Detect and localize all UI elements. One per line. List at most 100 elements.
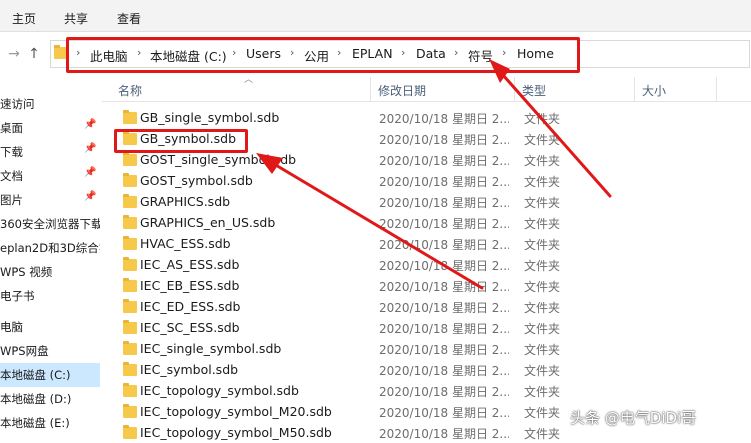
file-name: GRAPHICS.sdb bbox=[140, 194, 231, 209]
breadcrumb-users[interactable]: Users bbox=[246, 46, 281, 61]
sidebar-item-local-disk-e[interactable]: 本地磁盘 (E:) bbox=[0, 411, 100, 435]
file-type: 文件夹 bbox=[524, 385, 561, 399]
file-row[interactable]: IEC_ED_ESS.sdb 2020/10/18 星期日 2... 文件夹 bbox=[110, 297, 751, 318]
folder-icon bbox=[123, 194, 137, 208]
file-modified-date: 2020/10/18 星期日 2... bbox=[379, 175, 509, 189]
forward-arrow-icon[interactable]: → bbox=[6, 46, 22, 62]
sidebar-item-label: WPS网盘 bbox=[0, 344, 49, 358]
sidebar-item-label: 速访问 bbox=[0, 97, 35, 111]
file-type: 文件夹 bbox=[524, 406, 561, 420]
file-modified-date: 2020/10/18 星期日 2... bbox=[379, 154, 509, 168]
file-type: 文件夹 bbox=[524, 343, 561, 357]
folder-icon bbox=[123, 341, 137, 355]
file-type: 文件夹 bbox=[524, 322, 561, 336]
file-type: 文件夹 bbox=[524, 112, 561, 126]
file-row[interactable]: GB_single_symbol.sdb 2020/10/18 星期日 2... 文… bbox=[110, 108, 751, 129]
file-row[interactable]: IEC_SC_ESS.sdb 2020/10/18 星期日 2... 文件夹 bbox=[110, 318, 751, 339]
file-row[interactable]: HVAC_ESS.sdb 2020/10/18 星期日 2... 文件夹 bbox=[110, 234, 751, 255]
breadcrumb-this-pc[interactable]: 此电脑 bbox=[90, 46, 128, 65]
breadcrumb-symbols[interactable]: 符号 bbox=[468, 46, 493, 65]
column-header-size[interactable]: 大小 bbox=[642, 82, 666, 99]
folder-icon bbox=[54, 45, 68, 59]
file-row[interactable]: GB_symbol.sdb 2020/10/18 星期日 2... 文件夹 bbox=[110, 129, 751, 150]
watermark: 头条 @电气DiDi哥 bbox=[570, 409, 697, 427]
file-row[interactable]: IEC_AS_ESS.sdb 2020/10/18 星期日 2... 文件夹 bbox=[110, 255, 751, 276]
sidebar-item-downloads[interactable]: 下载 📌 bbox=[0, 140, 100, 164]
file-row[interactable]: IEC_symbol.sdb 2020/10/18 星期日 2... 文件夹 bbox=[110, 360, 751, 381]
file-name: IEC_single_symbol.sdb bbox=[140, 341, 282, 356]
file-type: 文件夹 bbox=[524, 154, 561, 168]
column-header-name[interactable]: 名称 bbox=[118, 82, 142, 99]
column-header-type[interactable]: 类型 bbox=[522, 82, 546, 99]
sidebar-item-eplan-folder[interactable]: eplan2D和3D综合实 bbox=[0, 236, 100, 260]
sidebar-item-label: 电脑 bbox=[0, 320, 23, 334]
file-row[interactable]: GOST_symbol.sdb 2020/10/18 星期日 2... 文件夹 bbox=[110, 171, 751, 192]
column-divider[interactable] bbox=[514, 77, 515, 101]
breadcrumb-public[interactable]: 公用 bbox=[304, 46, 329, 65]
sidebar-item-local-disk-c[interactable]: 本地磁盘 (C:) bbox=[0, 363, 100, 387]
file-name: IEC_AS_ESS.sdb bbox=[140, 257, 240, 272]
file-type: 文件夹 bbox=[524, 259, 561, 273]
file-modified-date: 2020/10/18 星期日 2... bbox=[379, 385, 509, 399]
folder-icon bbox=[123, 131, 137, 145]
file-type: 文件夹 bbox=[524, 175, 561, 189]
sidebar-item-wps-cloud[interactable]: WPS网盘 bbox=[0, 339, 100, 363]
breadcrumb-data[interactable]: Data bbox=[416, 46, 446, 61]
folder-icon bbox=[123, 425, 137, 439]
breadcrumb-eplan[interactable]: EPLAN bbox=[352, 46, 393, 61]
folder-icon bbox=[123, 215, 137, 229]
file-modified-date: 2020/10/18 星期日 2... bbox=[379, 427, 509, 441]
column-divider[interactable] bbox=[370, 77, 371, 101]
file-type: 文件夹 bbox=[524, 217, 561, 231]
file-modified-date: 2020/10/18 星期日 2... bbox=[379, 406, 509, 420]
sidebar-item-label: 桌面 bbox=[0, 121, 23, 135]
sidebar-item-quick-access[interactable]: 速访问 bbox=[0, 92, 100, 116]
sidebar-item-360-downloads[interactable]: 360安全浏览器下载 bbox=[0, 212, 100, 236]
file-row[interactable]: IEC_EB_ESS.sdb 2020/10/18 星期日 2... 文件夹 bbox=[110, 276, 751, 297]
column-divider[interactable] bbox=[716, 77, 717, 101]
sidebar-item-documents[interactable]: 文档 📌 bbox=[0, 164, 100, 188]
sidebar-item-ebooks[interactable]: 电子书 bbox=[0, 284, 100, 308]
folder-icon bbox=[123, 278, 137, 292]
sidebar-item-this-pc[interactable]: 电脑 bbox=[0, 315, 100, 339]
ribbon: 主页 共享 查看 bbox=[0, 0, 751, 32]
column-divider[interactable] bbox=[634, 77, 635, 101]
tab-view[interactable]: 查看 bbox=[117, 10, 141, 27]
breadcrumb-separator: › bbox=[337, 46, 342, 59]
file-row[interactable]: IEC_single_symbol.sdb 2020/10/18 星期日 2...… bbox=[110, 339, 751, 360]
tab-share[interactable]: 共享 bbox=[64, 10, 88, 27]
file-row[interactable]: GRAPHICS.sdb 2020/10/18 星期日 2... 文件夹 bbox=[110, 192, 751, 213]
sidebar-item-desktop[interactable]: 桌面 📌 bbox=[0, 116, 100, 140]
file-row[interactable]: IEC_topology_symbol.sdb 2020/10/18 星期日 2.… bbox=[110, 381, 751, 402]
sidebar-item-label: 下载 bbox=[0, 145, 23, 159]
file-name: IEC_symbol.sdb bbox=[140, 362, 239, 377]
breadcrumb-home[interactable]: Home bbox=[517, 46, 554, 61]
file-name: GB_symbol.sdb bbox=[140, 131, 237, 146]
up-arrow-icon[interactable]: ↑ bbox=[26, 46, 42, 62]
file-name: HVAC_ESS.sdb bbox=[140, 236, 231, 251]
breadcrumb-separator: › bbox=[232, 46, 237, 59]
folder-icon bbox=[123, 173, 137, 187]
sidebar-item-pictures[interactable]: 图片 📌 bbox=[0, 188, 100, 212]
breadcrumb-local-disk-c[interactable]: 本地磁盘 (C:) bbox=[150, 46, 227, 65]
folder-icon bbox=[123, 404, 137, 418]
breadcrumb-separator: › bbox=[76, 46, 81, 59]
file-modified-date: 2020/10/18 星期日 2... bbox=[379, 238, 509, 252]
folder-icon bbox=[123, 299, 137, 313]
file-modified-date: 2020/10/18 星期日 2... bbox=[379, 301, 509, 315]
folder-icon bbox=[123, 383, 137, 397]
file-row[interactable]: GRAPHICS_en_US.sdb 2020/10/18 星期日 2... 文件夹 bbox=[110, 213, 751, 234]
sidebar-item-wps-video[interactable]: WPS 视频 bbox=[0, 260, 100, 284]
navigation-pane: 速访问 桌面 📌 下载 📌 文档 📌 图片 📌 360安全浏览器下载 eplan2D和3… bbox=[0, 75, 100, 443]
file-name: IEC_ED_ESS.sdb bbox=[140, 299, 241, 314]
file-type: 文件夹 bbox=[524, 364, 561, 378]
address-bar[interactable]: › 此电脑 › 本地磁盘 (C:) › Users › 公用 › EPLAN ›… bbox=[50, 40, 750, 68]
tab-home[interactable]: 主页 bbox=[12, 10, 36, 27]
file-row[interactable]: GOST_single_symbol.sdb 2020/10/18 星期日 2..… bbox=[110, 150, 751, 171]
file-name: GB_single_symbol.sdb bbox=[140, 110, 280, 125]
column-header-modified[interactable]: 修改日期 bbox=[378, 82, 426, 99]
sidebar-item-label: 本地磁盘 (C:) bbox=[0, 368, 71, 382]
sidebar-item-local-disk-d[interactable]: 本地磁盘 (D:) bbox=[0, 387, 100, 411]
file-modified-date: 2020/10/18 星期日 2... bbox=[379, 364, 509, 378]
file-type: 文件夹 bbox=[524, 280, 561, 294]
